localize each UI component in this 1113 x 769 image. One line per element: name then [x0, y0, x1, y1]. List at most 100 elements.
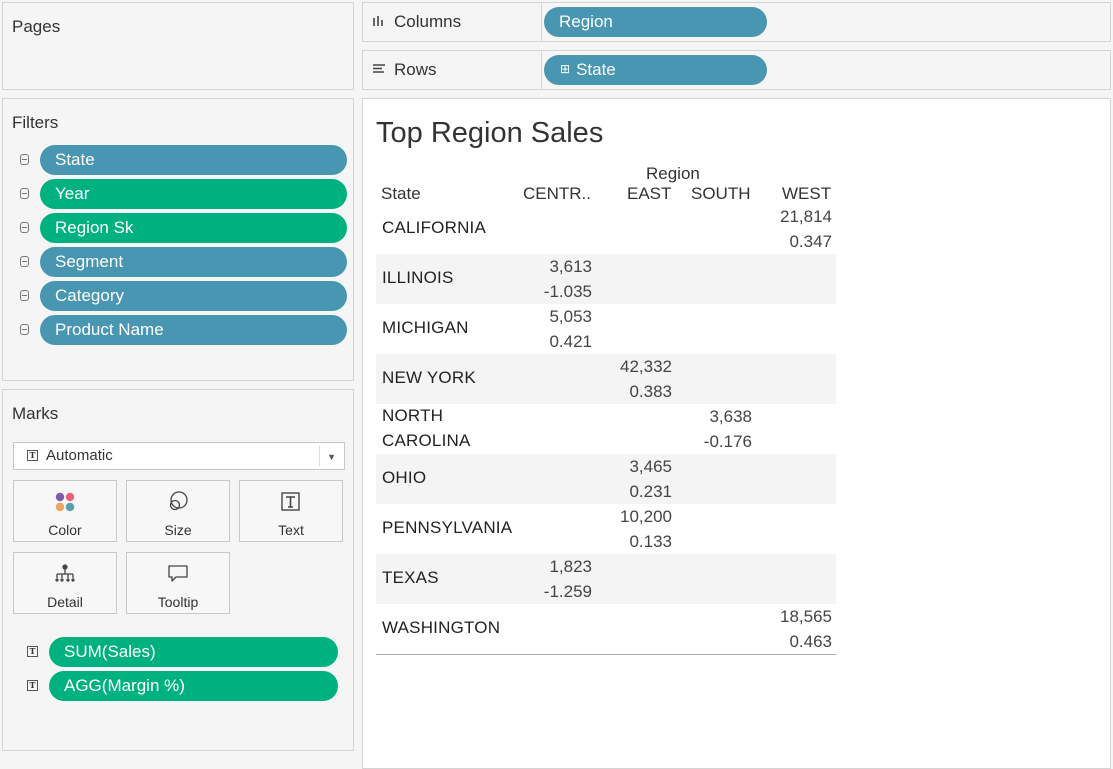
- margin-value[interactable]: 0.231: [629, 479, 672, 504]
- margin-value[interactable]: 0.463: [789, 629, 832, 654]
- table-row[interactable]: NEW YORK 42,332 0.383: [376, 354, 836, 404]
- mark-field-row[interactable]: T SUM(Sales): [3, 637, 355, 667]
- dropdown-divider: [319, 446, 320, 466]
- mark-type-value: Automatic: [46, 447, 113, 464]
- margin-value[interactable]: -0.176: [704, 429, 752, 454]
- rows-shelf[interactable]: Rows ⊞ State: [362, 50, 1111, 90]
- rows-shelf-label: Rows: [363, 51, 542, 89]
- margin-value[interactable]: 0.421: [549, 329, 592, 354]
- sales-value[interactable]: 3,613: [549, 254, 592, 279]
- size-icon: [127, 491, 229, 513]
- table-row[interactable]: WASHINGTON 18,565 0.463: [376, 604, 836, 654]
- expand-icon[interactable]: ⊞: [560, 62, 570, 76]
- worksheet-view[interactable]: Top Region Sales Region State CENTR.. EA…: [362, 98, 1111, 769]
- tooltip-button[interactable]: Tooltip: [126, 552, 230, 614]
- sales-value[interactable]: 42,332: [620, 354, 672, 379]
- table-row[interactable]: OHIO 3,465 0.231: [376, 454, 836, 504]
- chevron-down-icon: ▼: [327, 452, 336, 462]
- detail-button[interactable]: Detail: [13, 552, 117, 614]
- row-label[interactable]: ILLINOIS: [382, 268, 454, 288]
- columns-shelf[interactable]: Columns Region: [362, 2, 1111, 42]
- column-header-central[interactable]: CENTR..: [523, 184, 591, 204]
- columns-pill-region[interactable]: Region: [544, 7, 767, 37]
- table-row[interactable]: TEXAS 1,823 -1.259: [376, 554, 836, 604]
- row-label[interactable]: TEXAS: [382, 568, 439, 588]
- text-button[interactable]: Text: [239, 480, 343, 542]
- margin-value[interactable]: 0.347: [789, 229, 832, 254]
- filter-item[interactable]: Region Sk: [3, 213, 355, 243]
- filter-item[interactable]: State: [3, 145, 355, 175]
- detail-icon: [14, 563, 116, 585]
- mark-field-sum-sales[interactable]: SUM(Sales): [49, 637, 338, 667]
- pages-card[interactable]: Pages: [2, 2, 354, 90]
- table-row[interactable]: NORTH CAROLINA 3,638 -0.176: [376, 404, 836, 454]
- sales-value[interactable]: 21,814: [780, 204, 832, 229]
- mark-type-dropdown[interactable]: T Automatic ▼: [13, 442, 345, 470]
- filter-icon: [20, 222, 29, 233]
- rows-label: Rows: [394, 60, 437, 79]
- row-label[interactable]: CALIFORNIA: [382, 218, 486, 238]
- filters-card[interactable]: Filters State Year Region Sk Segment Cat…: [2, 98, 354, 381]
- marks-card[interactable]: Marks T Automatic ▼ Color Size Text Deta…: [2, 389, 354, 751]
- rows-icon: [373, 63, 385, 77]
- row-header-title[interactable]: State: [381, 184, 421, 204]
- filter-icon: [20, 324, 29, 335]
- filter-pill-product-name[interactable]: Product Name: [40, 315, 347, 345]
- margin-value[interactable]: 0.383: [629, 379, 672, 404]
- row-label[interactable]: OHIO: [382, 468, 426, 488]
- margin-value[interactable]: -1.035: [544, 279, 592, 304]
- row-label-line2[interactable]: CAROLINA: [382, 431, 471, 451]
- filter-pill-state[interactable]: State: [40, 145, 347, 175]
- mark-field-row[interactable]: T AGG(Margin %): [3, 671, 355, 701]
- row-label[interactable]: NEW YORK: [382, 368, 476, 388]
- filter-item[interactable]: Product Name: [3, 315, 355, 345]
- filter-pill-segment[interactable]: Segment: [40, 247, 347, 277]
- row-label-line1[interactable]: NORTH: [382, 406, 443, 426]
- sales-value[interactable]: 3,638: [709, 404, 752, 429]
- mark-field-agg-margin[interactable]: AGG(Margin %): [49, 671, 338, 701]
- text-mark-icon: T: [27, 680, 38, 691]
- table-row[interactable]: PENNSYLVANIA 10,200 0.133: [376, 504, 836, 554]
- row-label[interactable]: MICHIGAN: [382, 318, 469, 338]
- filter-item[interactable]: Year: [3, 179, 355, 209]
- column-header-east[interactable]: EAST: [627, 184, 671, 204]
- row-label[interactable]: WASHINGTON: [382, 618, 500, 638]
- rows-pill-state[interactable]: ⊞ State: [544, 55, 767, 85]
- column-header-south[interactable]: SOUTH: [691, 184, 751, 204]
- margin-value[interactable]: -1.259: [544, 579, 592, 604]
- columns-label: Columns: [394, 12, 462, 31]
- sales-value[interactable]: 10,200: [620, 504, 672, 529]
- sales-value[interactable]: 18,565: [780, 604, 832, 629]
- row-label[interactable]: PENNSYLVANIA: [382, 518, 512, 538]
- detail-button-label: Detail: [47, 594, 83, 610]
- columns-icon: [373, 15, 385, 29]
- filter-pill-region-sk[interactable]: Region Sk: [40, 213, 347, 243]
- sales-value[interactable]: 3,465: [629, 454, 672, 479]
- tooltip-icon: [127, 563, 229, 585]
- filters-title: Filters: [12, 113, 59, 132]
- size-button[interactable]: Size: [126, 480, 230, 542]
- table-row[interactable]: CALIFORNIA 21,814 0.347: [376, 204, 836, 254]
- text-button-label: Text: [278, 522, 304, 538]
- tooltip-button-label: Tooltip: [157, 594, 199, 610]
- text-mark-icon: T: [27, 450, 38, 461]
- filter-pill-category[interactable]: Category: [40, 281, 347, 311]
- filter-icon: [20, 290, 29, 301]
- table-row[interactable]: ILLINOIS 3,613 -1.035: [376, 254, 836, 304]
- filter-item[interactable]: Segment: [3, 247, 355, 277]
- sales-value[interactable]: 5,053: [549, 304, 592, 329]
- worksheet-title: Top Region Sales: [376, 117, 604, 149]
- color-button-label: Color: [48, 522, 82, 538]
- column-header-west[interactable]: WEST: [782, 184, 831, 204]
- table-row[interactable]: MICHIGAN 5,053 0.421: [376, 304, 836, 354]
- filter-item[interactable]: Category: [3, 281, 355, 311]
- sales-value[interactable]: 1,823: [549, 554, 592, 579]
- text-mark-icon: T: [27, 646, 38, 657]
- color-button[interactable]: Color: [13, 480, 117, 542]
- text-icon: [240, 491, 342, 513]
- columns-shelf-label: Columns: [363, 3, 542, 41]
- column-header-title[interactable]: Region: [646, 164, 700, 184]
- filter-pill-year[interactable]: Year: [40, 179, 347, 209]
- pages-title: Pages: [12, 17, 61, 36]
- margin-value[interactable]: 0.133: [629, 529, 672, 554]
